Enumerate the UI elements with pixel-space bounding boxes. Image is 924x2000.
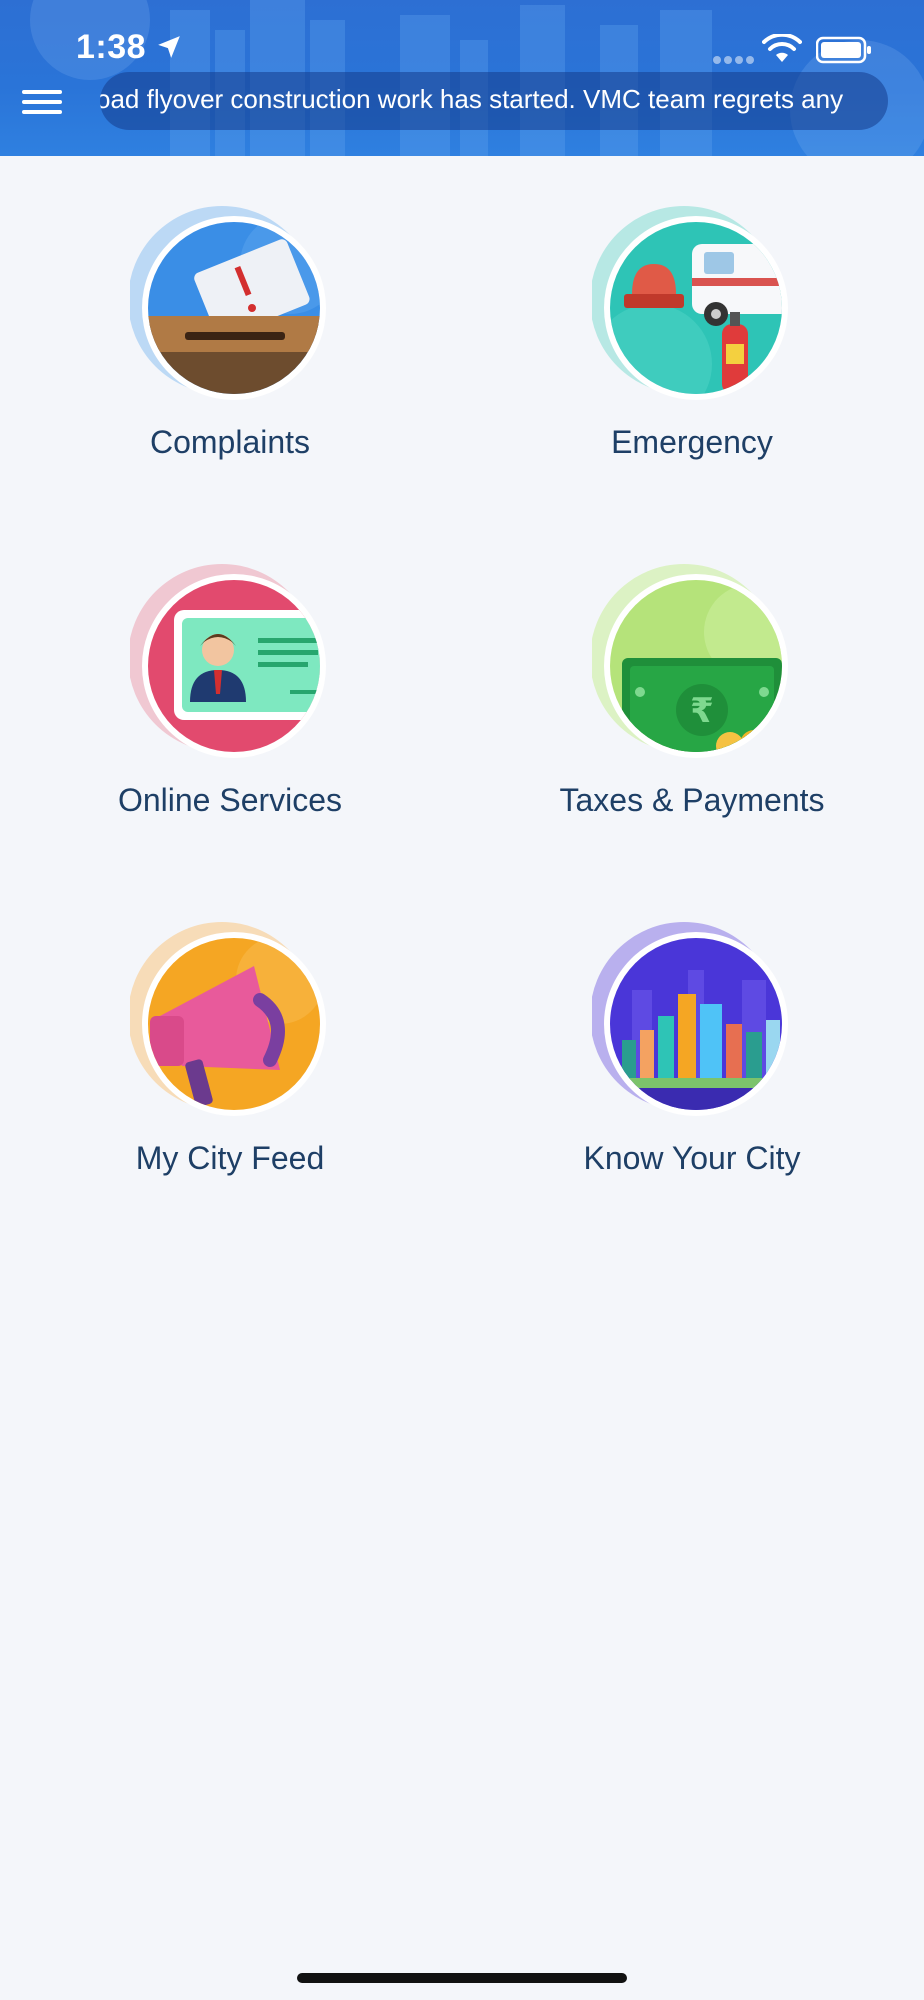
tile-emergency-label: Emergency [611,424,773,460]
tile-know-your-city[interactable]: Know Your City [542,920,842,1220]
complaint-box-icon [128,204,330,404]
tile-taxes-payments[interactable]: ₹ Taxes & Payments [542,562,842,862]
hamburger-menu-icon[interactable] [20,84,66,120]
app-header: 1:38 oad flyover construction work has s… [0,0,924,156]
home-indicator[interactable] [297,1973,627,1983]
tile-complaints-label: Complaints [149,424,311,460]
tile-my-city-feed-label: My City Feed [135,1140,325,1176]
id-card-icon [128,562,330,762]
news-ticker[interactable]: oad flyover construction work has starte… [100,72,888,130]
signal-icon [713,56,754,64]
megaphone-icon [128,920,330,1120]
city-skyline-icon [590,920,792,1120]
tile-complaints[interactable]: Complaints [80,204,380,504]
tile-taxes-payments-label: Taxes & Payments [559,782,825,818]
tile-know-your-city-label: Know Your City [583,1140,801,1176]
tile-online-services[interactable]: Online Services [80,562,380,862]
status-time: 1:38 [76,28,147,66]
svg-text:₹: ₹ [690,691,714,731]
news-ticker-text: oad flyover construction work has starte… [100,84,844,114]
tile-my-city-feed[interactable]: My City Feed [80,920,380,1220]
tile-emergency[interactable]: Emergency [542,204,842,504]
wifi-icon [762,34,802,62]
ambulance-icon [590,204,792,404]
tile-online-services-label: Online Services [117,782,343,818]
battery-icon [816,36,871,64]
rupee-note-icon: ₹ [590,562,792,762]
location-arrow-icon [158,36,180,58]
